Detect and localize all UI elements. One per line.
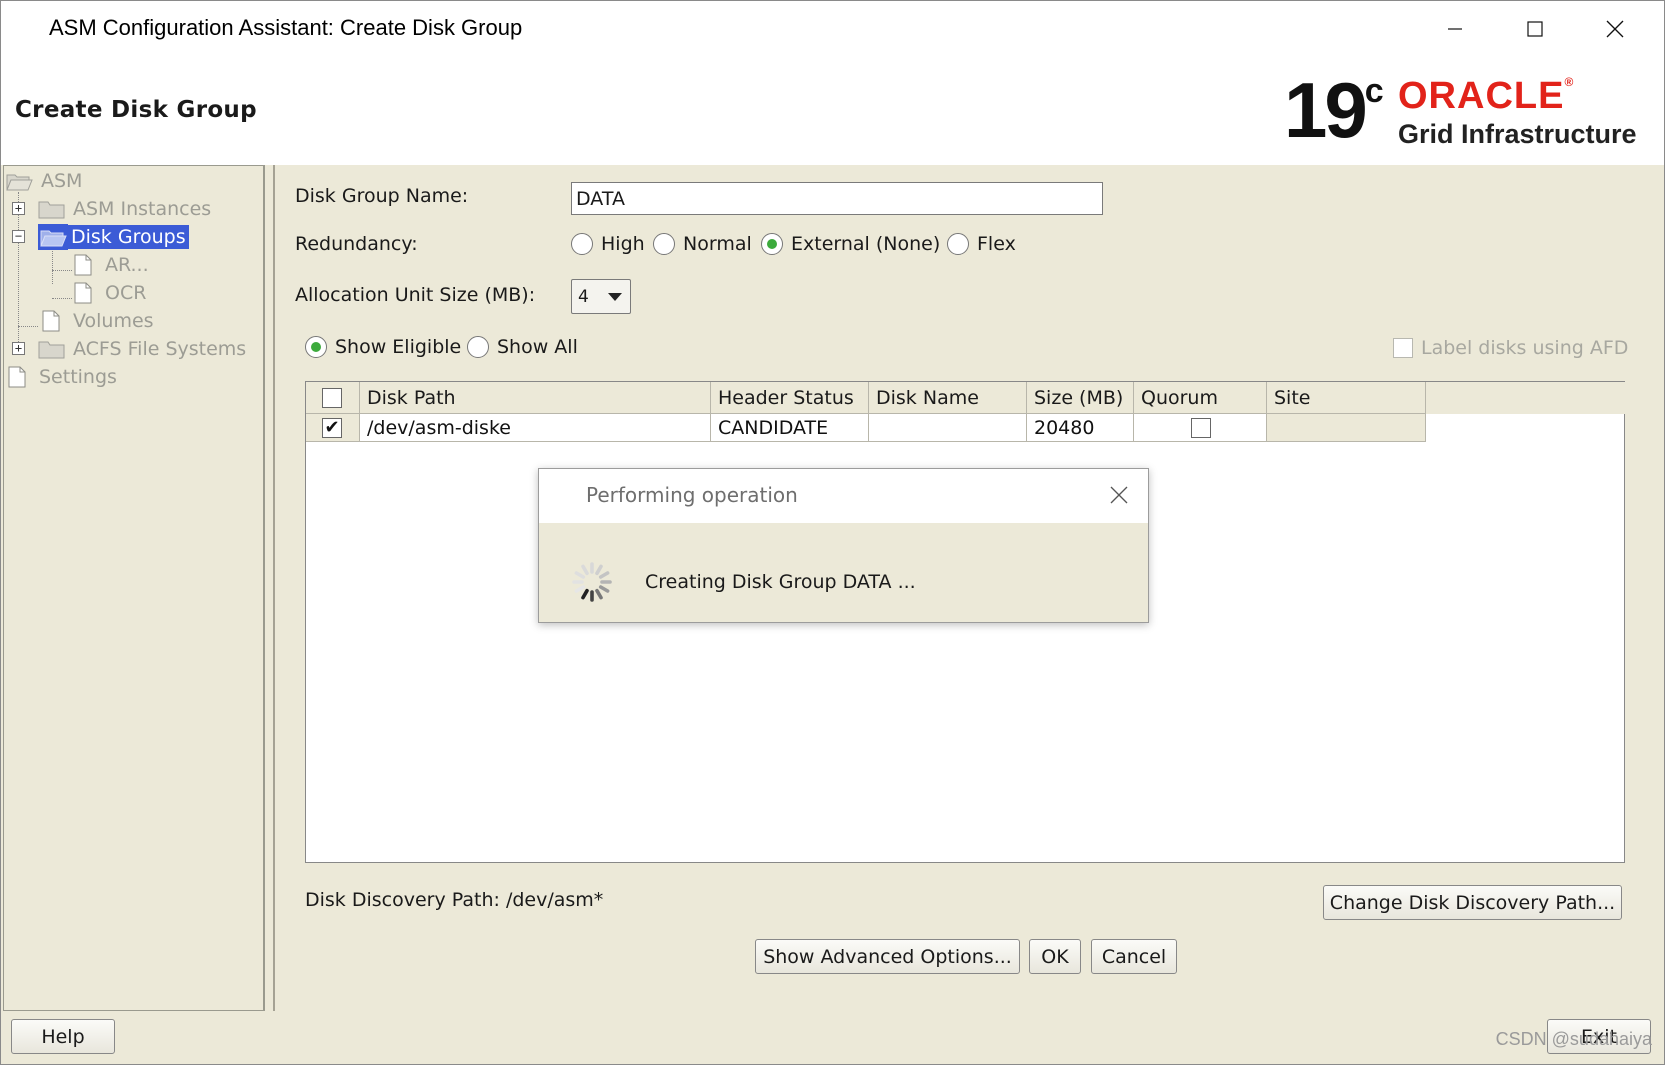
expand-asm-instances-toggle[interactable]: + bbox=[12, 202, 25, 215]
watermark-text: CSDN @sudahaiya bbox=[1495, 1029, 1652, 1049]
collapse-disk-groups-toggle[interactable]: − bbox=[12, 230, 25, 243]
tree-item-asm[interactable]: ASM bbox=[6, 168, 85, 194]
ok-button[interactable]: OK bbox=[1029, 939, 1081, 974]
tree-item-asm-instances[interactable]: ASM Instances bbox=[38, 196, 214, 222]
cancel-button[interactable]: Cancel bbox=[1091, 939, 1177, 974]
column-size-mb[interactable]: Size (MB) bbox=[1027, 382, 1134, 414]
page-header: Create Disk Group 19c ORACLE® Grid Infra… bbox=[1, 57, 1664, 165]
document-icon bbox=[74, 282, 92, 304]
tree-item-acfs[interactable]: ACFS File Systems bbox=[38, 336, 249, 362]
show-eligible-radio[interactable]: Show Eligible bbox=[305, 336, 461, 358]
dialog-title-bar: Performing operation bbox=[539, 469, 1148, 523]
select-all-checkbox[interactable] bbox=[322, 388, 342, 408]
column-quorum[interactable]: Quorum bbox=[1134, 382, 1267, 414]
maximize-button[interactable] bbox=[1503, 9, 1567, 49]
document-icon bbox=[42, 310, 60, 332]
open-folder-icon bbox=[40, 230, 67, 247]
window-title: ASM Configuration Assistant: Create Disk… bbox=[49, 15, 523, 40]
tree-item-ocr[interactable]: OCR bbox=[72, 280, 149, 306]
row-select-checkbox[interactable]: ✔ bbox=[322, 418, 342, 438]
tree-item-settings[interactable]: Settings bbox=[6, 364, 120, 390]
cell-disk-name[interactable] bbox=[869, 414, 1027, 442]
close-icon bbox=[1606, 20, 1624, 38]
disk-discovery-path: Disk Discovery Path: /dev/asm* bbox=[305, 889, 604, 911]
column-site[interactable]: Site bbox=[1267, 382, 1426, 414]
minimize-button[interactable] bbox=[1423, 9, 1487, 49]
maximize-icon bbox=[1527, 21, 1543, 37]
show-all-radio[interactable]: Show All bbox=[467, 336, 578, 358]
table-row-select-cell[interactable]: ✔ bbox=[306, 414, 360, 442]
allocation-unit-size-label: Allocation Unit Size (MB): bbox=[295, 284, 536, 306]
redundancy-high-radio[interactable]: High bbox=[571, 233, 645, 255]
performing-operation-dialog: Performing operation Creating Disk Group… bbox=[538, 468, 1149, 623]
cell-header-status[interactable]: CANDIDATE bbox=[711, 414, 869, 442]
folder-icon bbox=[38, 341, 65, 359]
title-bar: ASM Configuration Assistant: Create Disk… bbox=[1, 1, 1664, 57]
page-title: Create Disk Group bbox=[15, 97, 257, 123]
disk-group-name-label: Disk Group Name: bbox=[295, 185, 469, 207]
quorum-checkbox[interactable] bbox=[1191, 418, 1211, 438]
label-disks-afd-checkbox[interactable]: Label disks using AFD bbox=[1393, 337, 1628, 359]
redundancy-flex-radio[interactable]: Flex bbox=[947, 233, 1016, 255]
afd-checkbox-box bbox=[1393, 338, 1413, 358]
oracle-version-logo: 19c bbox=[1284, 66, 1384, 154]
column-header-status[interactable]: Header Status bbox=[711, 382, 869, 414]
oracle-brand-logo: ORACLE® bbox=[1398, 75, 1575, 117]
column-disk-path[interactable]: Disk Path bbox=[360, 382, 711, 414]
redundancy-normal-radio[interactable]: Normal bbox=[653, 233, 752, 255]
document-icon bbox=[8, 366, 26, 388]
cell-site[interactable] bbox=[1267, 414, 1426, 442]
cell-disk-path[interactable]: /dev/asm-diske bbox=[360, 414, 711, 442]
redundancy-external-radio[interactable]: External (None) bbox=[761, 233, 940, 255]
document-icon bbox=[74, 254, 92, 276]
close-window-button[interactable] bbox=[1583, 9, 1647, 49]
tree-item-ar[interactable]: AR... bbox=[72, 252, 152, 278]
asm-config-window: ASM Configuration Assistant: Create Disk… bbox=[0, 0, 1665, 1065]
open-folder-icon bbox=[6, 174, 33, 191]
tree-item-disk-groups[interactable]: Disk Groups bbox=[38, 224, 189, 250]
folder-icon bbox=[38, 201, 65, 219]
dialog-title: Performing operation bbox=[586, 483, 798, 507]
spinner-icon bbox=[572, 562, 612, 602]
disk-group-name-input[interactable]: DATA bbox=[571, 182, 1103, 215]
column-disk-name[interactable]: Disk Name bbox=[869, 382, 1027, 414]
dialog-message: Creating Disk Group DATA ... bbox=[645, 571, 916, 593]
chevron-down-icon bbox=[608, 293, 622, 301]
close-icon[interactable] bbox=[1108, 484, 1130, 506]
change-discovery-path-button[interactable]: Change Disk Discovery Path... bbox=[1323, 885, 1622, 920]
cell-size-mb[interactable]: 20480 bbox=[1027, 414, 1134, 442]
allocation-unit-size-select[interactable]: 4 bbox=[571, 279, 631, 314]
navigation-tree: ASM + ASM Instances − Disk Groups AR... … bbox=[3, 165, 265, 1011]
cell-quorum[interactable] bbox=[1134, 414, 1267, 442]
help-button[interactable]: Help bbox=[11, 1019, 115, 1054]
redundancy-label: Redundancy: bbox=[295, 233, 418, 255]
panel-divider[interactable] bbox=[273, 165, 275, 1011]
expand-acfs-toggle[interactable]: + bbox=[12, 342, 25, 355]
show-advanced-options-button[interactable]: Show Advanced Options... bbox=[755, 939, 1020, 974]
select-all-column[interactable] bbox=[306, 382, 360, 414]
minimize-icon bbox=[1448, 28, 1462, 30]
tree-item-volumes[interactable]: Volumes bbox=[40, 308, 157, 334]
oracle-product-name: Grid Infrastructure bbox=[1398, 119, 1637, 149]
